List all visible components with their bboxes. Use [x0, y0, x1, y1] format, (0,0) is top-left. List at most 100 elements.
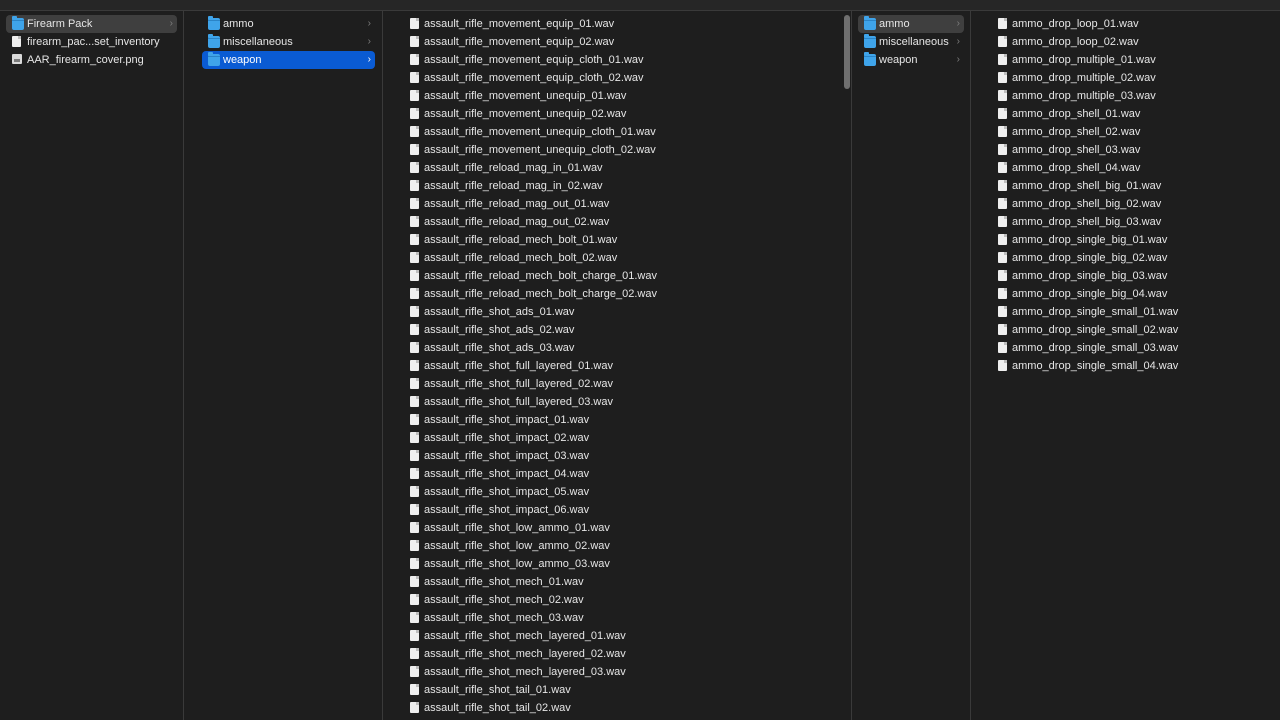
file-item[interactable]: ammo_drop_single_big_02.wav [989, 249, 1274, 267]
file-item[interactable]: ammo_drop_single_big_03.wav [989, 267, 1274, 285]
file-item[interactable]: assault_rifle_shot_impact_05.wav [401, 483, 844, 501]
file-item[interactable]: assault_rifle_shot_impact_04.wav [401, 465, 844, 483]
file-item[interactable]: assault_rifle_reload_mech_bolt_01.wav [401, 231, 844, 249]
file-item[interactable]: assault_rifle_shot_impact_03.wav [401, 447, 844, 465]
folder-item[interactable]: ammo › [858, 15, 964, 33]
file-item[interactable]: assault_rifle_shot_mech_layered_01.wav [401, 627, 844, 645]
item-label: assault_rifle_shot_mech_layered_01.wav [424, 630, 626, 642]
file-item[interactable]: assault_rifle_shot_impact_01.wav [401, 411, 844, 429]
file-item[interactable]: ammo_drop_loop_02.wav [989, 33, 1274, 51]
column-firearm-pack-list: ammo › miscellaneous › weapon › [196, 15, 381, 69]
file-item[interactable]: assault_rifle_movement_equip_cloth_02.wa… [401, 69, 844, 87]
file-item[interactable]: assault_rifle_movement_unequip_cloth_02.… [401, 141, 844, 159]
file-item[interactable]: AAR_firearm_cover.png [6, 51, 177, 69]
file-item[interactable]: ammo_drop_single_small_03.wav [989, 339, 1274, 357]
file-item[interactable]: assault_rifle_reload_mech_bolt_02.wav [401, 249, 844, 267]
file-item[interactable]: ammo_drop_single_big_01.wav [989, 231, 1274, 249]
file-item[interactable]: assault_rifle_shot_impact_06.wav [401, 501, 844, 519]
file-item[interactable]: assault_rifle_shot_mech_01.wav [401, 573, 844, 591]
file-item[interactable]: assault_rifle_shot_ads_02.wav [401, 321, 844, 339]
weapon-scrollbar[interactable] [844, 15, 850, 720]
file-item[interactable]: assault_rifle_reload_mech_bolt_charge_01… [401, 267, 844, 285]
file-item[interactable]: assault_rifle_movement_equip_01.wav [401, 15, 844, 33]
file-item[interactable]: assault_rifle_shot_ads_01.wav [401, 303, 844, 321]
column-divider[interactable] [183, 11, 184, 720]
file-item[interactable]: assault_rifle_shot_low_ammo_02.wav [401, 537, 844, 555]
file-item[interactable]: ammo_drop_multiple_03.wav [989, 87, 1274, 105]
chevron-right-icon: › [367, 36, 371, 47]
file-item[interactable]: ammo_drop_shell_big_03.wav [989, 213, 1274, 231]
item-label: assault_rifle_shot_mech_layered_03.wav [424, 666, 626, 678]
file-item[interactable]: assault_rifle_movement_unequip_cloth_01.… [401, 123, 844, 141]
file-item[interactable]: assault_rifle_shot_ads_03.wav [401, 339, 844, 357]
file-item[interactable]: ammo_drop_multiple_02.wav [989, 69, 1274, 87]
file-item[interactable]: assault_rifle_shot_full_layered_03.wav [401, 393, 844, 411]
item-label: ammo_drop_loop_02.wav [1012, 36, 1139, 48]
file-item[interactable]: ammo_drop_loop_01.wav [989, 15, 1274, 33]
column-divider[interactable] [970, 11, 971, 720]
file-item[interactable]: assault_rifle_shot_tail_01.wav [401, 681, 844, 699]
folder-item[interactable]: weapon › [858, 51, 964, 69]
file-item[interactable]: assault_rifle_reload_mag_out_02.wav [401, 213, 844, 231]
file-item[interactable]: assault_rifle_movement_equip_cloth_01.wa… [401, 51, 844, 69]
file-item[interactable]: firearm_pac...set_inventory [6, 33, 177, 51]
item-label: ammo_drop_single_small_03.wav [1012, 342, 1179, 354]
column-ammo[interactable]: ammo_drop_loop_01.wav ammo_drop_loop_02.w… [983, 11, 1280, 720]
item-label: ammo_drop_single_big_04.wav [1012, 288, 1168, 300]
file-item[interactable]: assault_rifle_shot_mech_03.wav [401, 609, 844, 627]
document-icon [410, 450, 419, 461]
folder-icon [208, 16, 220, 30]
item-label: ammo_drop_shell_01.wav [1012, 108, 1141, 120]
document-icon [410, 612, 419, 623]
file-item[interactable]: assault_rifle_movement_equip_02.wav [401, 33, 844, 51]
file-item[interactable]: ammo_drop_single_big_04.wav [989, 285, 1274, 303]
folder-icon [208, 34, 220, 48]
document-icon [998, 144, 1007, 155]
file-item[interactable]: assault_rifle_reload_mag_in_01.wav [401, 159, 844, 177]
file-item[interactable]: assault_rifle_shot_low_ammo_03.wav [401, 555, 844, 573]
folder-item[interactable]: ammo › [202, 15, 375, 33]
file-item[interactable]: assault_rifle_shot_impact_02.wav [401, 429, 844, 447]
file-item[interactable]: assault_rifle_reload_mag_in_02.wav [401, 177, 844, 195]
column-firearm-pack-window2[interactable]: ammo › miscellaneous › weapon › [852, 11, 970, 720]
file-item[interactable]: assault_rifle_reload_mech_bolt_charge_02… [401, 285, 844, 303]
column-divider[interactable] [382, 11, 383, 720]
file-item[interactable]: assault_rifle_reload_mag_out_01.wav [401, 195, 844, 213]
folder-item[interactable]: miscellaneous › [858, 33, 964, 51]
item-label: ammo_drop_single_big_03.wav [1012, 270, 1168, 282]
file-item[interactable]: assault_rifle_shot_tail_02.wav [401, 699, 844, 717]
document-icon [410, 126, 419, 137]
item-label: ammo_drop_single_small_04.wav [1012, 360, 1179, 372]
document-icon [410, 576, 419, 587]
file-item[interactable]: ammo_drop_shell_03.wav [989, 141, 1274, 159]
file-item[interactable]: ammo_drop_single_small_02.wav [989, 321, 1274, 339]
file-item[interactable]: assault_rifle_movement_unequip_02.wav [401, 105, 844, 123]
folder-item[interactable]: miscellaneous › [202, 33, 375, 51]
column-firearm-pack[interactable]: ammo › miscellaneous › weapon › [196, 11, 381, 720]
file-item[interactable]: assault_rifle_shot_full_layered_02.wav [401, 375, 844, 393]
file-item[interactable]: ammo_drop_multiple_01.wav [989, 51, 1274, 69]
item-label: assault_rifle_shot_impact_02.wav [424, 432, 590, 444]
file-item[interactable]: assault_rifle_movement_unequip_01.wav [401, 87, 844, 105]
column-weapon[interactable]: assault_rifle_movement_equip_01.wav assau… [395, 11, 850, 720]
document-icon [410, 306, 419, 317]
file-item[interactable]: assault_rifle_shot_low_ammo_01.wav [401, 519, 844, 537]
file-item[interactable]: ammo_drop_shell_01.wav [989, 105, 1274, 123]
folder-item[interactable]: weapon › [202, 51, 375, 69]
item-label: ammo_drop_single_small_02.wav [1012, 324, 1179, 336]
file-item[interactable]: ammo_drop_shell_big_02.wav [989, 195, 1274, 213]
file-item[interactable]: ammo_drop_single_small_04.wav [989, 357, 1274, 375]
document-icon [410, 702, 419, 713]
file-item[interactable]: ammo_drop_shell_04.wav [989, 159, 1274, 177]
file-item[interactable]: assault_rifle_shot_mech_layered_03.wav [401, 663, 844, 681]
folder-item[interactable]: Firearm Pack › [6, 15, 177, 33]
document-icon [998, 126, 1007, 137]
weapon-scrollbar-thumb[interactable] [844, 15, 850, 89]
file-item[interactable]: ammo_drop_single_small_01.wav [989, 303, 1274, 321]
file-item[interactable]: ammo_drop_shell_big_01.wav [989, 177, 1274, 195]
file-item[interactable]: assault_rifle_shot_mech_02.wav [401, 591, 844, 609]
column-root[interactable]: Firearm Pack › firearm_pac...set_inventory… [0, 11, 183, 720]
file-item[interactable]: assault_rifle_shot_full_layered_01.wav [401, 357, 844, 375]
file-item[interactable]: ammo_drop_shell_02.wav [989, 123, 1274, 141]
file-item[interactable]: assault_rifle_shot_mech_layered_02.wav [401, 645, 844, 663]
